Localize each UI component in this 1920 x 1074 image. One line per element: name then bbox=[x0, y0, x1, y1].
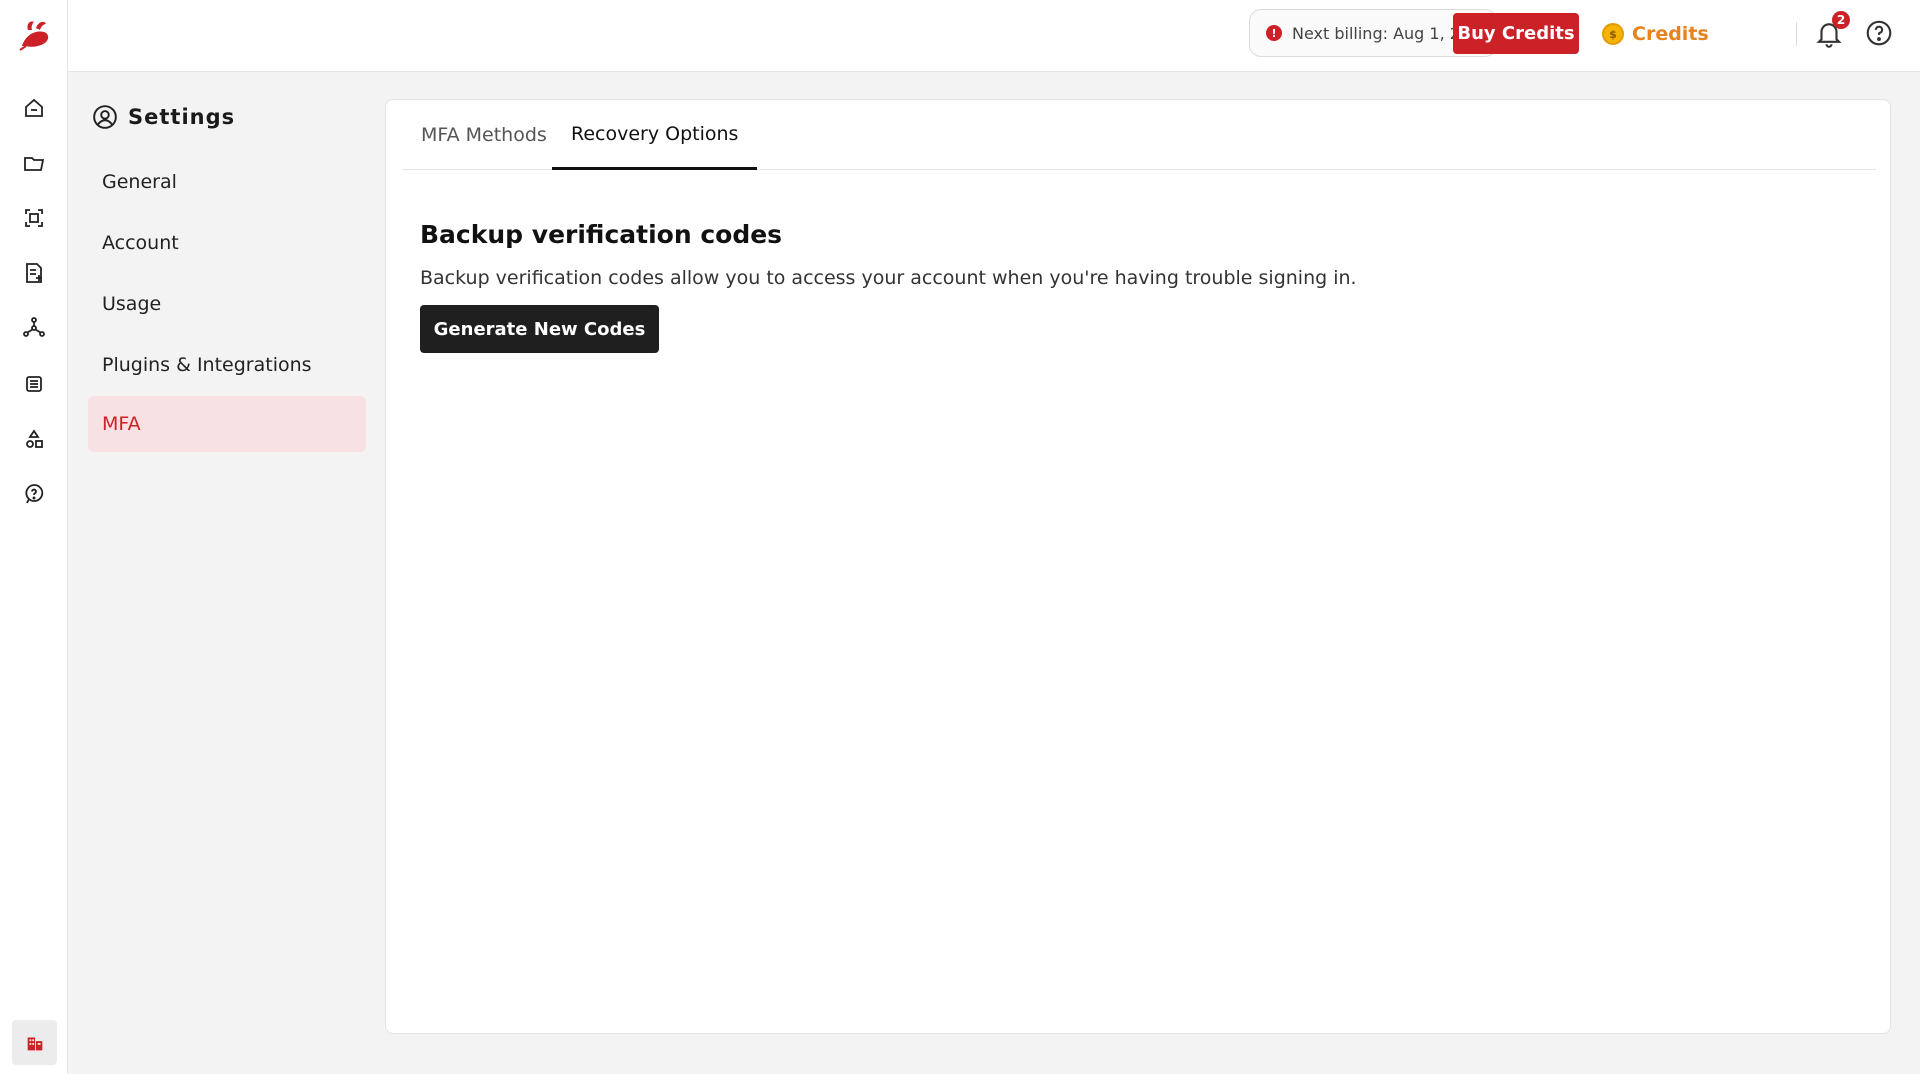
flow-chart-icon[interactable] bbox=[20, 314, 48, 342]
tab-mfa-methods[interactable]: MFA Methods bbox=[402, 100, 566, 170]
section-description: Backup verification codes allow you to a… bbox=[420, 267, 1357, 289]
document-add-icon[interactable] bbox=[20, 259, 48, 287]
tab-recovery-options[interactable]: Recovery Options bbox=[552, 100, 758, 170]
credits-label: Credits bbox=[1632, 23, 1709, 45]
help-icon[interactable] bbox=[1864, 18, 1894, 48]
alert-icon: ! bbox=[1266, 25, 1282, 41]
tab-bar: MFA Methods Recovery Options bbox=[402, 100, 1876, 170]
settings-item-general[interactable]: General bbox=[88, 154, 366, 210]
settings-sidebar: Settings General Account Usage Plugins &… bbox=[68, 72, 368, 1074]
icon-rail bbox=[0, 0, 68, 1074]
lobster-logo-icon[interactable] bbox=[14, 16, 54, 56]
section-heading: Backup verification codes bbox=[420, 220, 783, 249]
shapes-icon[interactable] bbox=[20, 425, 48, 453]
notification-badge: 2 bbox=[1832, 11, 1850, 29]
scan-icon[interactable] bbox=[20, 204, 48, 232]
mfa-panel: MFA Methods Recovery Options Backup veri… bbox=[385, 99, 1891, 1034]
coin-icon: $ bbox=[1602, 23, 1624, 45]
settings-title-text: Settings bbox=[128, 105, 236, 129]
generate-codes-button[interactable]: Generate New Codes bbox=[420, 305, 659, 353]
home-icon[interactable] bbox=[20, 94, 48, 122]
settings-item-mfa[interactable]: MFA bbox=[88, 396, 366, 452]
credits-link[interactable]: $ Credits bbox=[1602, 20, 1709, 48]
buy-credits-button[interactable]: Buy Credits bbox=[1453, 13, 1579, 54]
building-icon[interactable] bbox=[12, 1020, 57, 1065]
help-circle-icon[interactable] bbox=[20, 480, 48, 508]
divider bbox=[1796, 22, 1797, 46]
settings-title: Settings bbox=[92, 104, 235, 130]
settings-item-account[interactable]: Account bbox=[88, 215, 366, 271]
user-circle-icon bbox=[93, 105, 117, 129]
settings-item-usage[interactable]: Usage bbox=[88, 276, 366, 332]
settings-item-plugins[interactable]: Plugins & Integrations bbox=[88, 337, 366, 393]
folder-icon[interactable] bbox=[20, 149, 48, 177]
list-icon[interactable] bbox=[20, 370, 48, 398]
backup-codes-section: Backup verification codes Backup verific… bbox=[420, 220, 1820, 353]
